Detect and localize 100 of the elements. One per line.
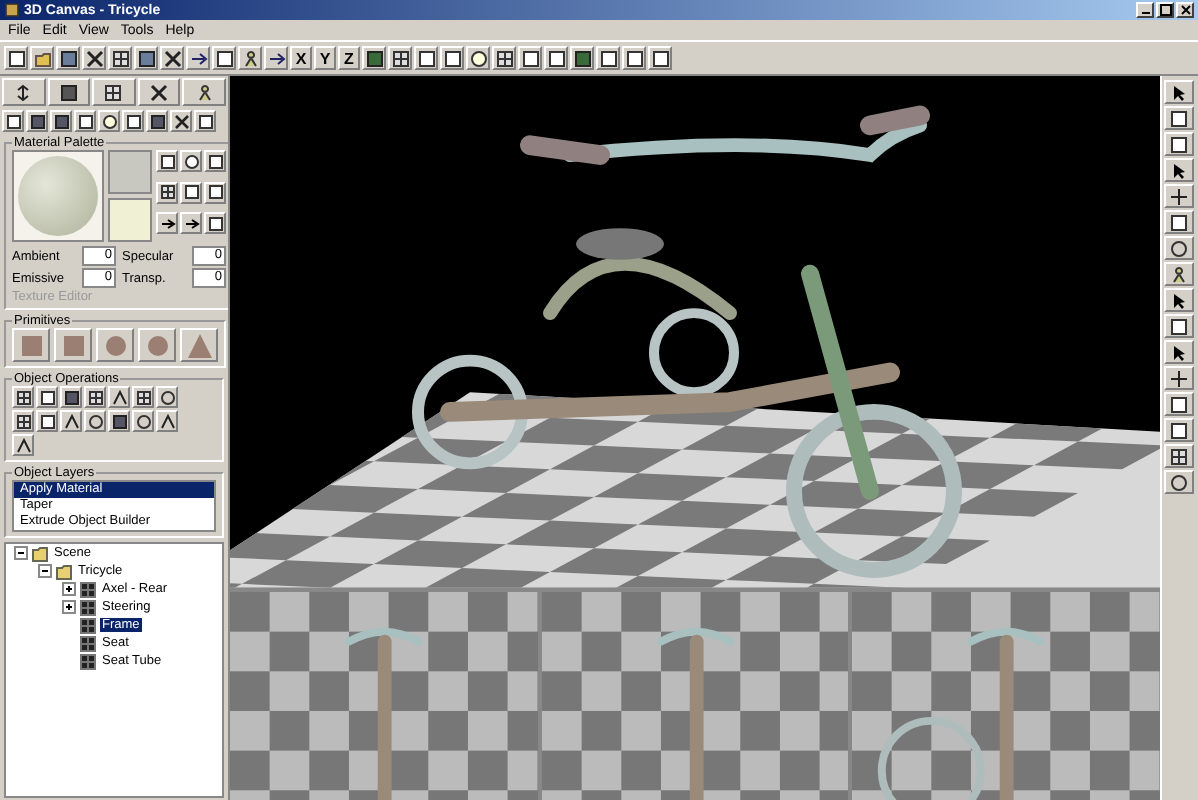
expand-icon[interactable]: [62, 582, 76, 596]
operation-button[interactable]: [132, 386, 154, 408]
material-button[interactable]: [156, 150, 178, 172]
primitive-button[interactable]: [12, 328, 50, 362]
operation-button[interactable]: [12, 434, 34, 456]
folder-icon: [33, 49, 51, 67]
material-button[interactable]: [204, 181, 226, 204]
toolbar-button[interactable]: [160, 46, 184, 70]
close-button[interactable]: [1176, 2, 1194, 18]
grid-icon: [87, 389, 103, 405]
operation-button[interactable]: [108, 386, 130, 408]
square-icon: [215, 49, 233, 67]
material-button[interactable]: [156, 212, 178, 235]
minimize-button[interactable]: [1136, 2, 1154, 18]
cross-icon: [173, 113, 189, 129]
square-icon: [207, 184, 223, 201]
square-icon: [625, 49, 643, 67]
expand-icon[interactable]: [62, 600, 76, 614]
grid-icon: [159, 184, 175, 201]
person-icon: [1170, 265, 1188, 283]
operation-button[interactable]: [12, 386, 34, 408]
circle-icon: [469, 49, 487, 67]
axis-button[interactable]: Y: [314, 46, 336, 70]
operation-button[interactable]: [108, 410, 130, 432]
square-icon: [77, 113, 93, 129]
axis-button[interactable]: Z: [338, 46, 360, 70]
cross-icon: [163, 49, 181, 67]
grid-icon: [15, 389, 31, 405]
operation-button[interactable]: [156, 410, 178, 432]
operation-button[interactable]: [132, 410, 154, 432]
grid-icon: [391, 49, 409, 67]
operation-button[interactable]: [60, 410, 82, 432]
grid-icon: [104, 83, 123, 101]
square-icon: [417, 49, 435, 67]
collapse-icon[interactable]: [38, 564, 52, 578]
panel-tab[interactable]: [137, 78, 181, 106]
square-icon: [1170, 109, 1188, 127]
operation-button[interactable]: [84, 386, 106, 408]
panel-tab[interactable]: [92, 78, 136, 106]
square-icon: [159, 153, 175, 169]
operation-button[interactable]: [36, 386, 58, 408]
material-button[interactable]: [180, 181, 202, 204]
grid-icon: [1170, 447, 1188, 465]
person-icon: [241, 49, 259, 67]
material-button[interactable]: [204, 150, 226, 172]
primitive-button[interactable]: [138, 328, 176, 362]
circle-icon: [135, 413, 151, 429]
color-swatch[interactable]: [108, 198, 152, 242]
square-icon: [39, 413, 55, 429]
page-icon: [7, 49, 25, 67]
square-icon: [197, 113, 213, 129]
collapse-icon[interactable]: [14, 546, 28, 560]
grid-icon: [135, 389, 151, 405]
close-icon: [1179, 4, 1191, 16]
primitive-button[interactable]: [96, 328, 134, 362]
sphere-icon: [101, 331, 129, 359]
circle-icon: [101, 113, 117, 129]
square-icon: [1170, 395, 1188, 413]
square-icon: [1170, 135, 1188, 153]
square-icon: [443, 49, 461, 67]
operation-button[interactable]: [156, 386, 178, 408]
square-icon: [183, 184, 199, 201]
maximize-icon: [1159, 4, 1171, 16]
square-icon: [207, 153, 223, 169]
person-icon: [195, 83, 214, 101]
square-icon: [521, 49, 539, 67]
cross-icon: [1170, 369, 1188, 387]
axis-button[interactable]: X: [290, 46, 312, 70]
panel-tab[interactable]: [182, 78, 226, 106]
operation-button[interactable]: [60, 386, 82, 408]
operation-button[interactable]: [36, 410, 58, 432]
maximize-button[interactable]: [1156, 2, 1174, 18]
cross-icon: [1170, 187, 1188, 205]
circle-icon: [1170, 239, 1188, 257]
material-button[interactable]: [180, 150, 202, 172]
operation-button[interactable]: [84, 410, 106, 432]
toolbar-button[interactable]: [82, 46, 106, 70]
circle-icon: [159, 389, 175, 405]
circle-icon: [183, 153, 199, 169]
material-button[interactable]: [204, 212, 226, 235]
square-icon: [39, 389, 55, 405]
material-button[interactable]: [180, 212, 202, 235]
panel-tab[interactable]: [47, 78, 91, 106]
square-icon: [1170, 317, 1188, 335]
tool-button[interactable]: [170, 110, 192, 132]
square-icon: [207, 215, 223, 232]
material-button[interactable]: [156, 181, 178, 204]
color-swatch[interactable]: [108, 150, 152, 194]
grid-icon: [111, 49, 129, 67]
grid-icon: [15, 413, 31, 429]
square-icon: [5, 113, 21, 129]
circle-icon: [1170, 473, 1188, 491]
primitive-button[interactable]: [54, 328, 92, 362]
sphere-preview: [18, 156, 98, 236]
circle-icon: [87, 413, 103, 429]
square-icon: [651, 49, 669, 67]
panel-tab[interactable]: [2, 78, 46, 106]
operation-button[interactable]: [12, 410, 34, 432]
primitive-button[interactable]: [180, 328, 218, 362]
square-icon: [125, 113, 141, 129]
